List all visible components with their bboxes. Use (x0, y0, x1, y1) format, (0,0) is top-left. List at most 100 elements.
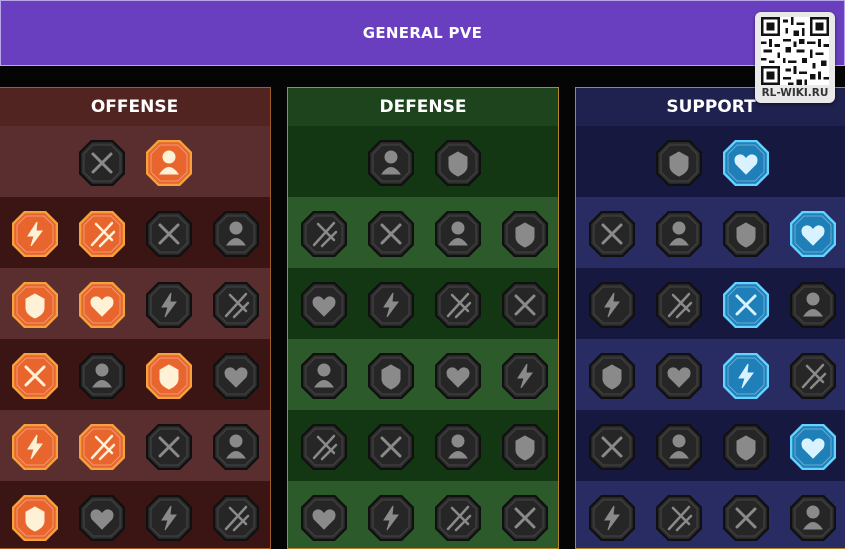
swirl-shield-icon (723, 140, 769, 186)
cracked-ground-icon (723, 282, 769, 328)
offense-mastery-node[interactable] (143, 208, 195, 260)
defense-mastery-node[interactable] (298, 279, 350, 331)
defense-mastery-node[interactable] (432, 492, 484, 544)
defense-mastery-node[interactable] (499, 492, 551, 544)
support-mastery-node[interactable] (586, 279, 638, 331)
support-mastery-node[interactable] (720, 279, 772, 331)
winged-shield-icon (368, 495, 414, 541)
support-mastery-node[interactable] (720, 350, 772, 402)
qr-caption: RL-WIKI.RU (761, 87, 829, 99)
support-mastery-node[interactable] (586, 208, 638, 260)
support-mastery-node[interactable] (653, 421, 705, 473)
offense-tier-5 (0, 410, 270, 481)
defense-mastery-node[interactable] (499, 279, 551, 331)
support-mastery-node[interactable] (653, 279, 705, 331)
offense-mastery-node[interactable] (9, 421, 61, 473)
support-mastery-node[interactable] (787, 279, 839, 331)
support-mastery-node[interactable] (653, 350, 705, 402)
support-rows (576, 126, 845, 548)
defense-mastery-node[interactable] (298, 208, 350, 260)
fast-boot-icon (656, 424, 702, 470)
offense-mastery-node[interactable] (210, 208, 262, 260)
defense-mastery-node[interactable] (432, 208, 484, 260)
offense-mastery-node[interactable] (9, 492, 61, 544)
offense-tier-1 (0, 126, 270, 197)
flame-skull-icon (723, 211, 769, 257)
defense-mastery-node[interactable] (365, 350, 417, 402)
whirlwind-figure-icon (790, 424, 836, 470)
skull-crown-icon (213, 495, 259, 541)
slashing-blade-icon (79, 211, 125, 257)
defense-mastery-node[interactable] (499, 208, 551, 260)
offense-tier-4 (0, 339, 270, 410)
defense-mastery-node[interactable] (365, 137, 417, 189)
support-tier-1 (576, 126, 845, 197)
offense-tier-3 (0, 268, 270, 339)
offense-mastery-node[interactable] (76, 421, 128, 473)
beast-head-icon (146, 495, 192, 541)
defense-mastery-node[interactable] (432, 279, 484, 331)
offense-mastery-node[interactable] (210, 279, 262, 331)
offense-mastery-node[interactable] (143, 492, 195, 544)
shield-sword-icon (146, 211, 192, 257)
defense-mastery-node[interactable] (298, 421, 350, 473)
defense-mastery-node[interactable] (432, 421, 484, 473)
defense-mastery-node[interactable] (365, 492, 417, 544)
offense-mastery-node[interactable] (76, 208, 128, 260)
defense-mastery-node[interactable] (298, 350, 350, 402)
defense-mastery-node[interactable] (298, 492, 350, 544)
claw-spikes-icon (368, 424, 414, 470)
offense-mastery-node[interactable] (143, 279, 195, 331)
defense-mastery-node[interactable] (499, 421, 551, 473)
offense-mastery-node[interactable] (76, 492, 128, 544)
support-mastery-node[interactable] (720, 208, 772, 260)
support-mastery-node[interactable] (720, 421, 772, 473)
chained-heart-icon (589, 353, 635, 399)
offense-mastery-node[interactable] (143, 421, 195, 473)
ripple-shield-icon (656, 211, 702, 257)
knight-shield-icon (368, 282, 414, 328)
support-mastery-node[interactable] (787, 421, 839, 473)
support-mastery-node[interactable] (787, 350, 839, 402)
support-mastery-node[interactable] (586, 492, 638, 544)
offense-mastery-node[interactable] (210, 492, 262, 544)
defense-mastery-node[interactable] (365, 208, 417, 260)
offense-mastery-node[interactable] (76, 350, 128, 402)
offense-mastery-node[interactable] (9, 208, 61, 260)
offense-mastery-node[interactable] (76, 137, 128, 189)
offense-mastery-node[interactable] (9, 350, 61, 402)
defense-mastery-node[interactable] (499, 350, 551, 402)
support-mastery-node[interactable] (720, 137, 772, 189)
open-palm-icon (435, 353, 481, 399)
offense-mastery-node[interactable] (210, 421, 262, 473)
watching-eye-icon (723, 424, 769, 470)
eagle-head-icon (790, 495, 836, 541)
defense-mastery-node[interactable] (432, 137, 484, 189)
blade-ring-icon (146, 424, 192, 470)
support-mastery-node[interactable] (787, 492, 839, 544)
support-mastery-node[interactable] (586, 350, 638, 402)
defense-mastery-node[interactable] (365, 421, 417, 473)
defense-title: DEFENSE (288, 88, 558, 126)
support-mastery-node[interactable] (787, 208, 839, 260)
support-tier-3 (576, 268, 845, 339)
heart-sparkle-icon (656, 140, 702, 186)
support-mastery-node[interactable] (653, 492, 705, 544)
offense-mastery-node[interactable] (9, 279, 61, 331)
support-mastery-node[interactable] (653, 208, 705, 260)
chevron-shield-icon (301, 211, 347, 257)
hourglass-icon (368, 353, 414, 399)
support-mastery-node[interactable] (586, 421, 638, 473)
fanged-maw-icon (79, 282, 125, 328)
praying-hands-icon (589, 211, 635, 257)
offense-mastery-node[interactable] (76, 279, 128, 331)
offense-mastery-node[interactable] (143, 350, 195, 402)
crossed-swords-icon (79, 140, 125, 186)
offense-mastery-node[interactable] (143, 137, 195, 189)
potion-flask-icon (589, 495, 635, 541)
offense-mastery-node[interactable] (210, 350, 262, 402)
support-mastery-node[interactable] (720, 492, 772, 544)
defense-mastery-node[interactable] (432, 350, 484, 402)
defense-mastery-node[interactable] (365, 279, 417, 331)
support-mastery-node[interactable] (653, 137, 705, 189)
